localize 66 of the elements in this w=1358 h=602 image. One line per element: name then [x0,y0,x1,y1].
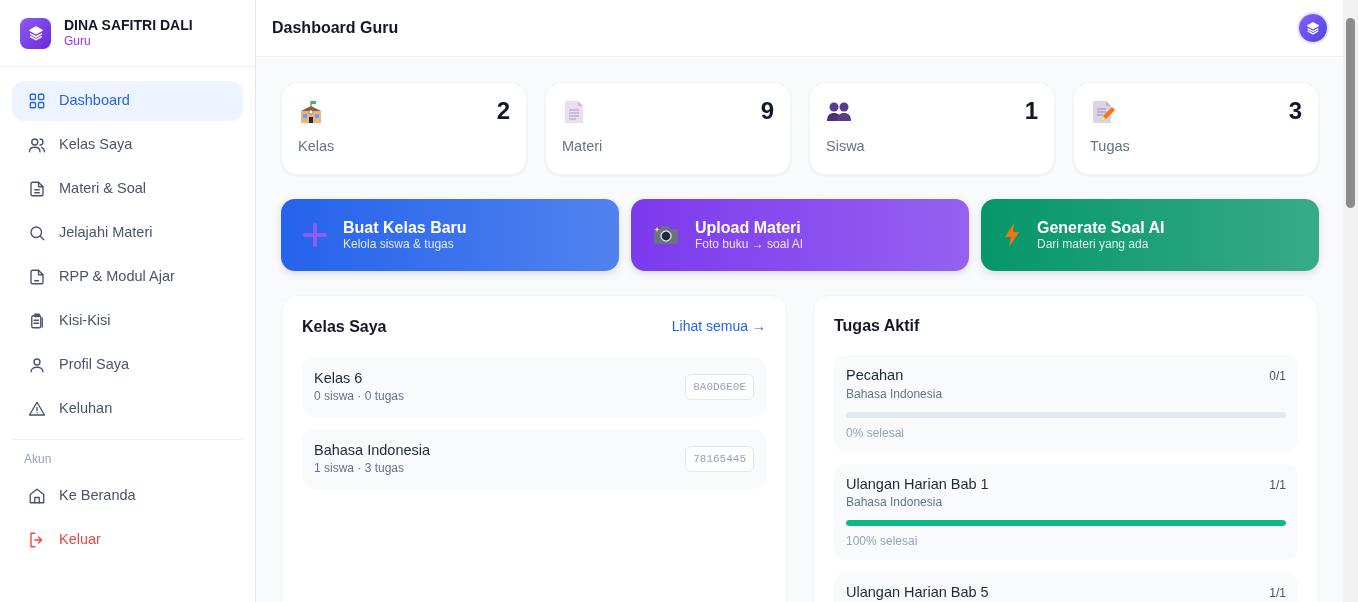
class-row[interactable]: Kelas 6 0 siswa · 0 tugas 8A0D6E0E [302,357,766,417]
camera-icon [653,224,679,246]
home-icon [28,487,46,505]
warning-icon [28,400,46,418]
plus-icon [303,223,327,247]
task-card[interactable]: Ulangan Harian Bab 1 Bahasa Indonesia 1/1 100% selesai [834,463,1298,560]
nav-item[interactable]: Kelas Saya [12,125,243,165]
lightning-icon [1003,222,1021,248]
stat-value: 9 [760,99,774,123]
see-all-link[interactable]: Lihat semua → [671,316,766,337]
task-title: Ulangan Harian Bab 1 [846,475,989,493]
nav-item[interactable]: Kisi-Kisi [12,301,243,341]
task-title: Ulangan Harian Bab 5 [846,583,989,602]
task-title: Pecahan [846,367,905,385]
nav-item[interactable]: Profil Saya [12,345,243,385]
nav-item[interactable]: Jelajahi Materi [12,213,243,253]
task-subject: Bahasa Indonesia [846,385,943,403]
search-icon [28,224,46,242]
stat-label: Materi [562,137,603,157]
stat-value: 2 [496,99,510,123]
task-count: 1/1 [1269,476,1286,494]
grid-icon [28,92,46,110]
document-icon [562,99,586,125]
document-icon [28,180,46,198]
panel-title: Tugas Aktif [834,316,921,336]
class-meta: 1 siswa · 3 tugas [314,460,406,478]
task-card[interactable]: Ulangan Harian Bab 5 1/1 [834,571,1298,602]
school-icon [298,99,324,125]
class-row[interactable]: Bahasa Indonesia 1 siswa · 3 tugas 78165445 [302,429,766,489]
class-code: 78165445 [685,445,754,473]
avatar-button[interactable] [1299,14,1327,42]
user-role: Guru [64,34,92,49]
class-meta: 0 siswa · 0 tugas [314,388,405,406]
progress-label: 0% selesai [846,424,906,442]
people-icon [28,136,46,154]
task-count: 1/1 [1269,584,1286,602]
nav-item[interactable]: Keluar [12,520,243,560]
class-name: Kelas 6 [314,368,364,388]
pencil-document-icon [1090,99,1116,125]
stat-value: 3 [1288,99,1302,123]
nav-item[interactable]: RPP & Modul Ajar [12,257,243,297]
stat-label: Kelas [298,137,335,157]
logo-icon [20,17,51,49]
class-name: Bahasa Indonesia [314,440,431,460]
action-button[interactable]: Upload Materi Foto buku → soal AI [631,199,969,271]
stat-label: Siswa [826,137,865,157]
panel-title: Kelas Saya [302,316,387,337]
document-icon [28,268,46,286]
nav-item[interactable]: Dashboard [12,81,243,121]
person-icon [28,356,46,374]
task-count: 0/1 [1269,368,1286,386]
action-button[interactable]: Buat Kelas Baru Kelola siswa & tugas [281,199,619,271]
task-subject: Bahasa Indonesia [846,493,944,511]
stat-label: Tugas [1090,137,1130,157]
task-card[interactable]: Pecahan Bahasa Indonesia 0/1 0% selesai [834,355,1298,452]
page-title: Dashboard Guru [272,18,399,38]
nav-item[interactable]: Ke Beranda [12,476,243,516]
nav-item[interactable]: Materi & Soal [12,169,243,209]
clipboard-icon [28,312,46,330]
section-label: Akun [23,451,53,468]
stat-value: 1 [1024,99,1038,123]
logo-icon [1306,21,1320,35]
progress-label: 100% selesai [846,532,919,550]
nav-item[interactable]: Keluhan [12,389,243,429]
class-code: 8A0D6E0E [685,373,754,401]
user-name: DINA SAFITRI DALI [64,17,193,35]
